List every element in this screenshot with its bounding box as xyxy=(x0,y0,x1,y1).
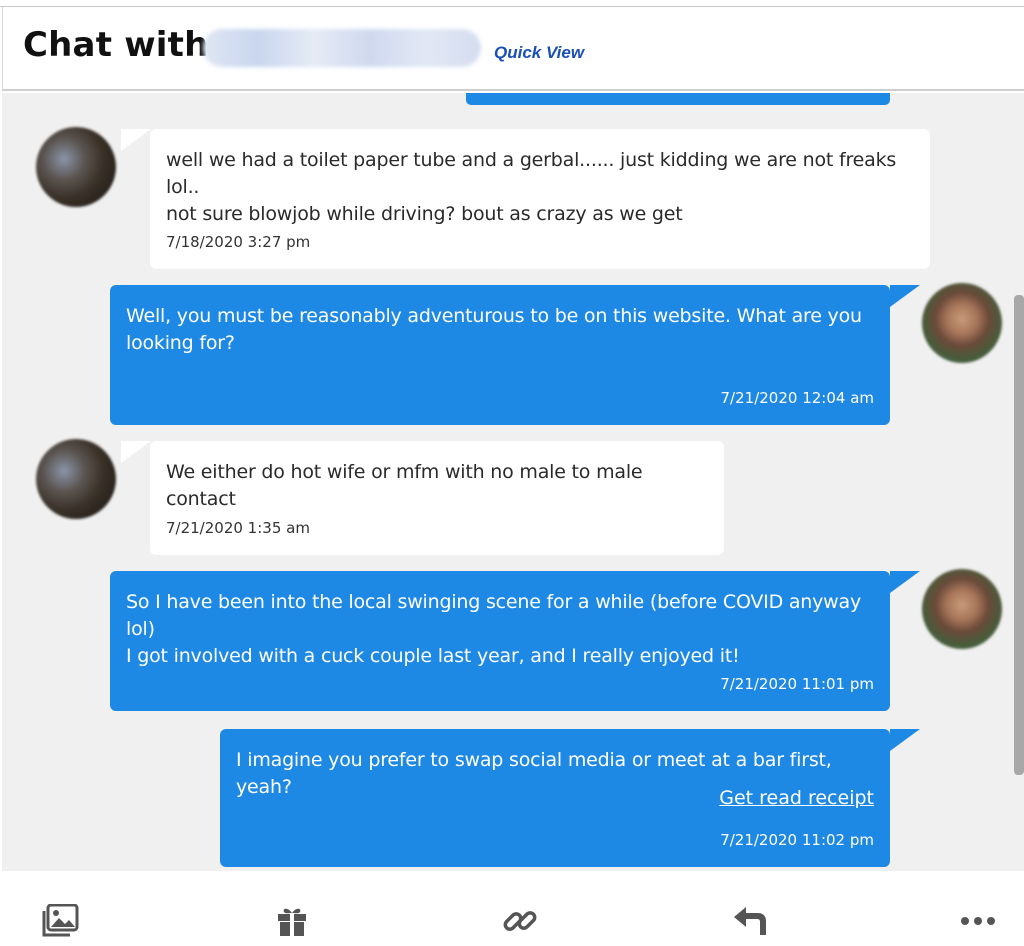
photo-gallery-button[interactable] xyxy=(40,901,80,941)
message-text: well we had a toilet paper tube and a ge… xyxy=(166,147,914,228)
send-gift-button[interactable] xyxy=(272,901,312,941)
chat-title: Chat with xyxy=(23,25,209,65)
message-line: well we had a toilet paper tube and a ge… xyxy=(166,149,897,198)
message-line: So I have been into the local swinging s… xyxy=(126,591,861,640)
message-line: We either do hot wife or mfm with no mal… xyxy=(166,461,643,510)
photo-gallery-icon xyxy=(41,904,79,938)
get-read-receipt-link[interactable]: Get read receipt xyxy=(719,787,874,809)
message-text: So I have been into the local swinging s… xyxy=(126,589,874,670)
more-options-icon xyxy=(960,916,996,926)
message-timestamp: 7/18/2020 3:27 pm xyxy=(166,233,311,251)
message-line: Well, you must be reasonably adventurous… xyxy=(126,305,862,327)
message-timestamp: 7/21/2020 11:01 pm xyxy=(720,675,874,693)
chat-window: Chat with Quick View well we had a toile… xyxy=(0,6,1024,946)
incoming-message: We either do hot wife or mfm with no mal… xyxy=(150,441,724,555)
share-link-button[interactable] xyxy=(500,901,540,941)
message-timestamp: 7/21/2020 1:35 am xyxy=(166,519,310,537)
outgoing-message-last: I imagine you prefer to swap social medi… xyxy=(220,729,920,867)
quick-view-link[interactable]: Quick View xyxy=(494,43,584,63)
link-icon xyxy=(502,903,538,939)
message-list[interactable]: well we had a toilet paper tube and a ge… xyxy=(2,93,1024,871)
message-line: not sure blowjob while driving? bout as … xyxy=(166,203,683,225)
message-line: I got involved with a cuck couple last y… xyxy=(126,645,740,667)
outgoing-message: So I have been into the local swinging s… xyxy=(110,571,920,711)
chat-toolbar xyxy=(2,871,1024,946)
message-timestamp: 7/21/2020 12:04 am xyxy=(720,389,874,407)
blurred-username xyxy=(203,29,481,67)
reply-icon xyxy=(732,905,768,937)
chat-header: Chat with Quick View xyxy=(2,7,1024,91)
gift-icon xyxy=(276,905,308,937)
message-text: We either do hot wife or mfm with no mal… xyxy=(166,459,708,513)
message-text: Well, you must be reasonably adventurous… xyxy=(126,303,874,357)
previous-message-bubble xyxy=(466,93,890,105)
incoming-message: well we had a toilet paper tube and a ge… xyxy=(150,129,930,269)
outgoing-message: Well, you must be reasonably adventurous… xyxy=(110,285,920,425)
message-timestamp: 7/21/2020 11:02 pm xyxy=(720,831,874,849)
my-avatar[interactable] xyxy=(922,283,1002,363)
message-line: looking for? xyxy=(126,332,235,354)
reply-button[interactable] xyxy=(730,901,770,941)
my-avatar[interactable] xyxy=(922,569,1002,649)
scrollbar[interactable] xyxy=(1014,295,1024,775)
more-options-button[interactable] xyxy=(958,901,998,941)
contact-avatar[interactable] xyxy=(36,439,116,519)
contact-avatar[interactable] xyxy=(36,127,116,207)
